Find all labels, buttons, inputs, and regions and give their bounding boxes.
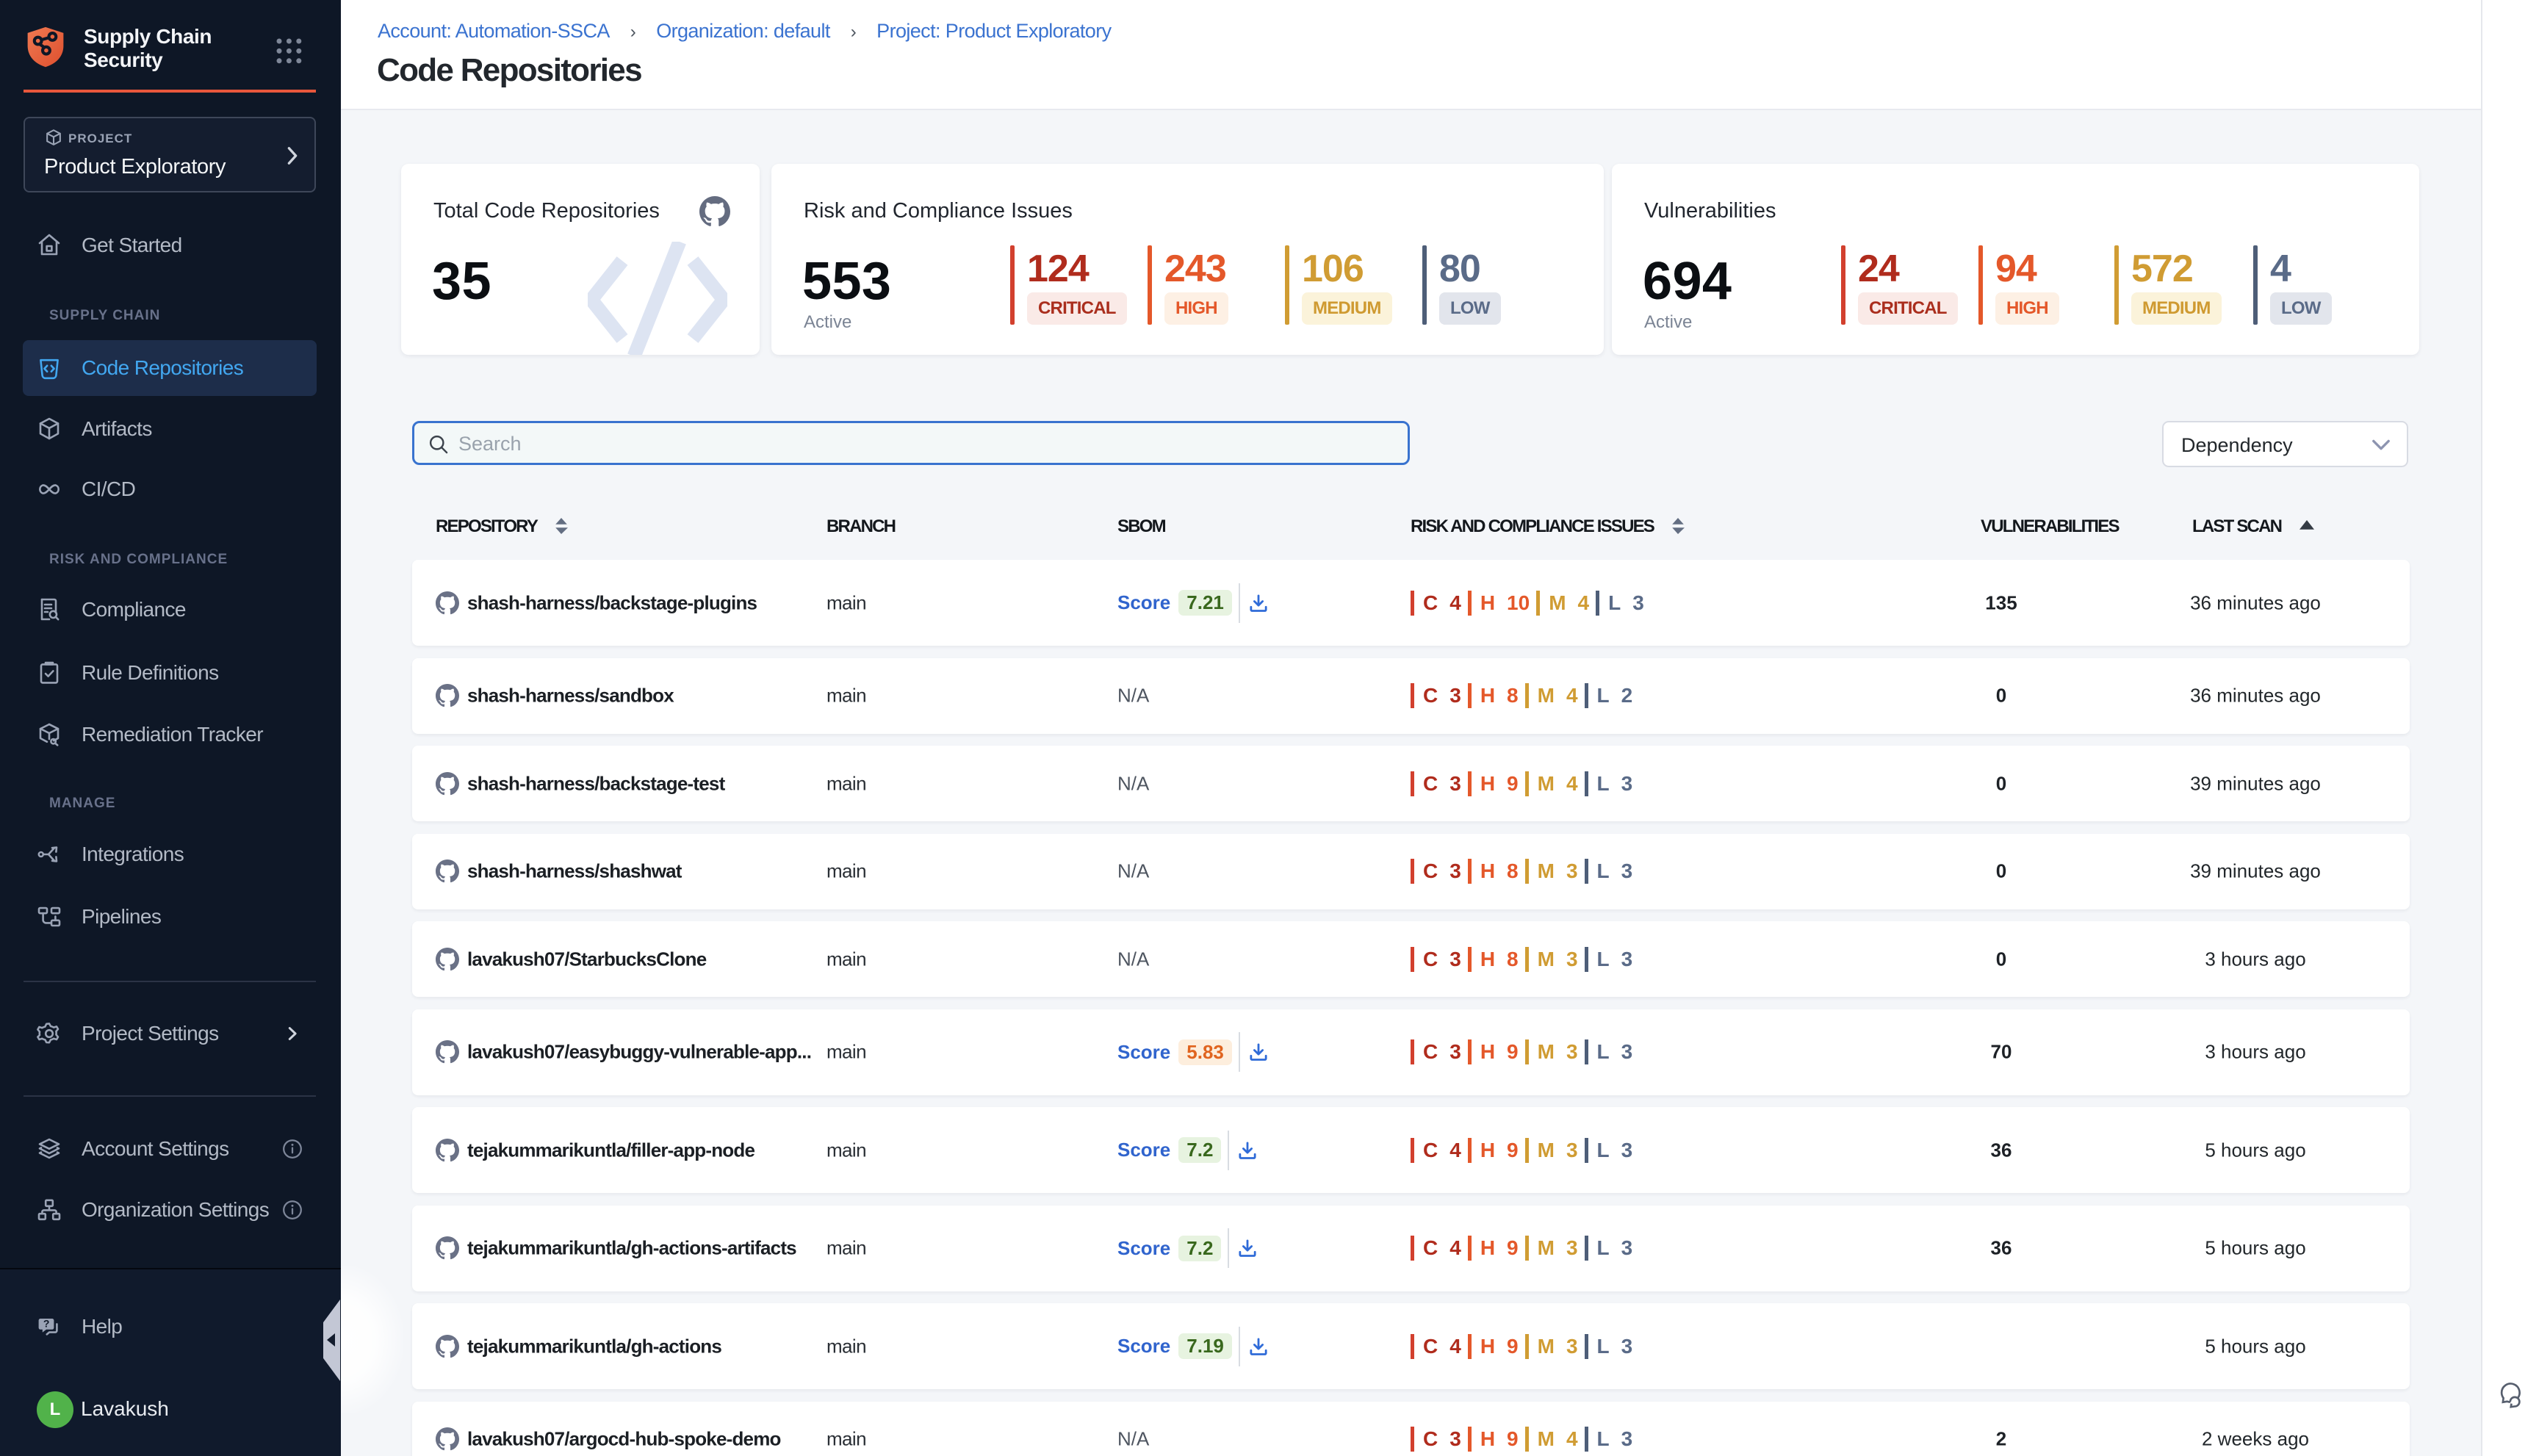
svg-text:?: ? [43,1318,49,1330]
